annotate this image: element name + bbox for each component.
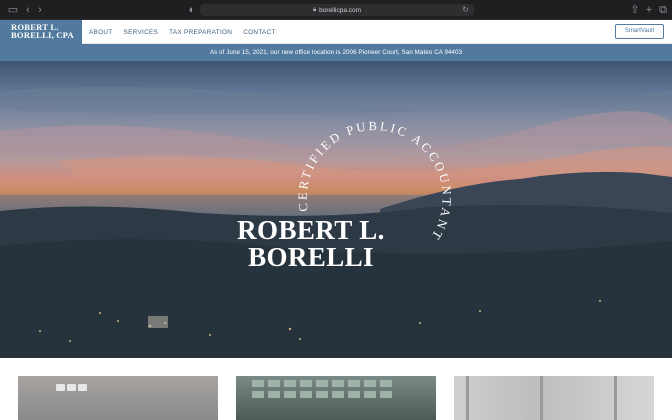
card-image-keyboard[interactable] — [18, 376, 218, 420]
chevron-right-icon[interactable]: › — [33, 3, 47, 17]
nav-contact[interactable]: CONTACT — [243, 29, 276, 36]
sidebar-icon[interactable]: ▭ — [6, 3, 20, 17]
share-icon[interactable]: ⇧ — [628, 3, 642, 17]
card-stripe — [466, 376, 469, 420]
card-image-calculator[interactable] — [236, 376, 436, 420]
lock-icon: 🔒︎ — [312, 6, 317, 13]
hero-title: ROBERT L. BORELLI — [200, 217, 422, 271]
nav-tax-preparation[interactable]: TAX PREPARATION — [169, 29, 232, 36]
nav-services[interactable]: SERVICES — [124, 29, 159, 36]
card-stripe — [614, 376, 617, 420]
card-image-office[interactable] — [454, 376, 654, 420]
announcement-bar: As of June 15, 2021, our new office loca… — [0, 44, 672, 61]
feature-cards — [0, 358, 672, 420]
logo-line-2: BORELLI, CPA — [11, 30, 74, 41]
hero-title-line-1: ROBERT L. — [237, 215, 385, 245]
smartvault-button[interactable]: SmartVault — [615, 24, 664, 39]
shield-icon[interactable]: ◐ — [185, 3, 199, 17]
site-header: ROBERT L. BORELLI, CPA ABOUT SERVICES TA… — [0, 20, 672, 44]
site-logo[interactable]: ROBERT L. BORELLI, CPA — [0, 20, 82, 44]
plus-icon[interactable]: + — [642, 3, 656, 17]
browser-toolbar: ▭ ‹ › ◐ 🔒︎ borellicpa.com ↻ ⇧ + ⧉ — [0, 0, 672, 20]
hero-title-line-2: BORELLI — [248, 242, 374, 272]
card-stripe — [540, 376, 543, 420]
keyboard-decoration — [56, 378, 89, 396]
reload-icon[interactable]: ↻ — [462, 4, 469, 16]
address-bar[interactable]: 🔒︎ borellicpa.com ↻ — [200, 4, 474, 16]
url-text: borellicpa.com — [319, 6, 362, 14]
main-nav: ABOUT SERVICES TAX PREPARATION CONTACT — [89, 20, 287, 44]
arc-text-ring: CERTIFIED PUBLIC ACCOUNTANT — [296, 119, 452, 244]
hero-banner: CERTIFIED PUBLIC ACCOUNTANT ROBERT L. BO… — [0, 61, 672, 358]
nav-about[interactable]: ABOUT — [89, 29, 113, 36]
tabs-icon[interactable]: ⧉ — [656, 3, 670, 17]
